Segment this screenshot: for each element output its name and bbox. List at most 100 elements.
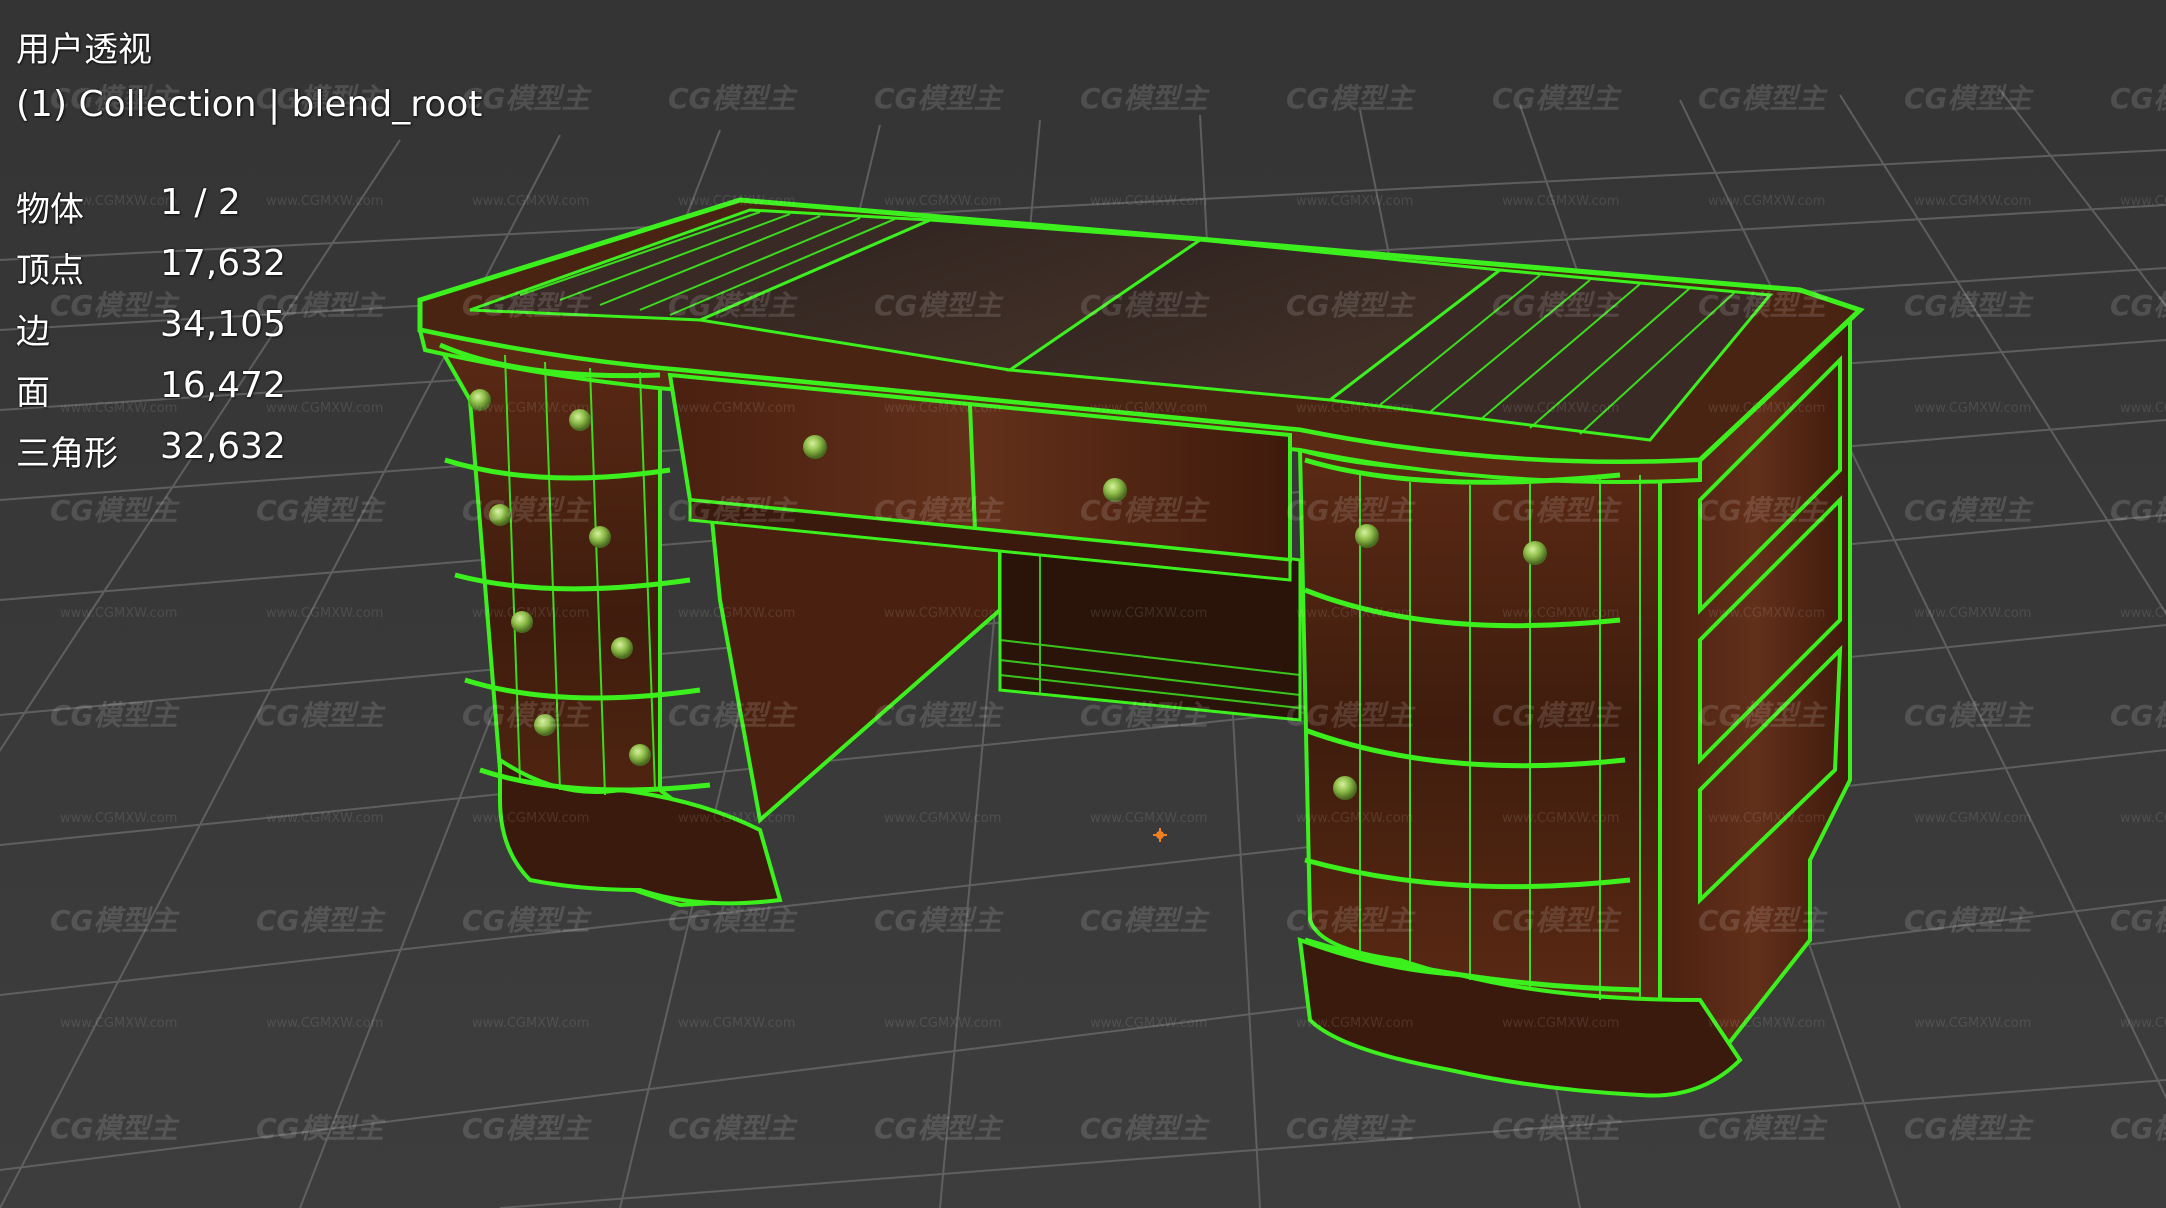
watermark-logo: CG模型主 — [1698, 1112, 1829, 1145]
watermark-url: www.CGMXW.com — [1708, 194, 1825, 209]
watermark-logo: CG模型主 — [1698, 82, 1829, 115]
stat-label-vertices: 顶点 — [16, 251, 84, 291]
watermark-url: www.CGMXW.com — [472, 1016, 589, 1031]
watermark-url: www.CGMXW.com — [1502, 811, 1619, 826]
watermark-logo: CG模型主 — [874, 82, 1005, 115]
watermark-logo: CG模型主 — [1080, 904, 1211, 937]
3d-viewport[interactable]: CG模型主 www.CGMXW.com CG模型主 www.CGMXW.com CG模型… — [0, 0, 2166, 1208]
watermark-url: www.CGMXW.com — [1090, 606, 1207, 621]
stat-label-triangles: 三角形 — [16, 434, 118, 474]
watermark-logo: CG模型主 — [1080, 494, 1211, 527]
watermark-url: www.CGMXW.com — [472, 606, 589, 621]
watermark-logo: CG模型主 — [1492, 82, 1623, 115]
watermark-url: www.CGMXW.com — [884, 811, 1001, 826]
watermark-logo: CG模型主 — [1492, 904, 1623, 937]
watermark-url: www.CGMXW.com — [678, 1016, 795, 1031]
watermark-url: www.CGMXW.com — [1708, 606, 1825, 621]
watermark-logo: CG模型主 — [256, 494, 387, 527]
watermark-logo: CG模型主 — [1698, 699, 1829, 732]
watermark-url: www.CGMXW.com — [678, 811, 795, 826]
watermark-logo: CG模型主 — [2110, 699, 2166, 732]
watermark-url: www.CGMXW.com — [1502, 1016, 1619, 1031]
watermark-logo: CG模型主 — [1492, 494, 1623, 527]
watermark-logo: CG模型主 — [1698, 904, 1829, 937]
watermark-logo: CG模型主 — [462, 494, 593, 527]
watermark-logo: CG模型主 — [50, 904, 181, 937]
watermark-logo: CG模型主 — [874, 1112, 1005, 1145]
watermark-logo: CG模型主 — [50, 1112, 181, 1145]
watermark-url: www.CGMXW.com — [884, 1016, 1001, 1031]
watermark-logo: CG模型主 — [668, 1112, 799, 1145]
watermark-url: www.CGMXW.com — [472, 811, 589, 826]
watermark-logo: CG模型主 — [1492, 699, 1623, 732]
watermark-logo: CG模型主 — [1904, 904, 2035, 937]
watermark-logo: CG模型主 — [50, 494, 181, 527]
watermark-logo: CG模型主 — [256, 699, 387, 732]
watermark-url: www.CGMXW.com — [678, 194, 795, 209]
watermark-url: www.CGMXW.com — [2120, 1016, 2166, 1031]
watermark-logo: CG模型主 — [1286, 494, 1417, 527]
watermark-logo: CG模型主 — [1080, 1112, 1211, 1145]
watermark-url: www.CGMXW.com — [1090, 194, 1207, 209]
watermark-url: www.CGMXW.com — [1708, 811, 1825, 826]
watermark-url: www.CGMXW.com — [1090, 811, 1207, 826]
watermark-logo: CG模型主 — [1904, 494, 2035, 527]
watermark-logo: CG模型主 — [2110, 289, 2166, 322]
watermark-url: www.CGMXW.com — [678, 606, 795, 621]
stat-label-faces: 面 — [16, 373, 50, 413]
watermark-logo: CG模型主 — [668, 494, 799, 527]
watermark-url: www.CGMXW.com — [266, 811, 383, 826]
watermark-logo: CG模型主 — [1904, 289, 2035, 322]
watermark-url: www.CGMXW.com — [1502, 606, 1619, 621]
stat-value-triangles: 32,632 — [160, 426, 286, 467]
watermark-logo: CG模型主 — [874, 699, 1005, 732]
watermark-logo: CG模型主 — [1698, 289, 1829, 322]
watermark-url: www.CGMXW.com — [60, 606, 177, 621]
watermark-logo: CG模型主 — [1080, 289, 1211, 322]
watermark-logo: CG模型主 — [50, 699, 181, 732]
watermark-logo: CG模型主 — [874, 494, 1005, 527]
watermark-logo: CG模型主 — [462, 1112, 593, 1145]
watermark-logo: CG模型主 — [668, 904, 799, 937]
watermark-logo: CG模型主 — [1492, 1112, 1623, 1145]
watermark-url: www.CGMXW.com — [60, 1016, 177, 1031]
watermark-url: www.CGMXW.com — [60, 811, 177, 826]
watermark-url: www.CGMXW.com — [678, 401, 795, 416]
stat-value-edges: 34,105 — [160, 304, 286, 345]
watermark-url: www.CGMXW.com — [884, 401, 1001, 416]
watermark-logo: CG模型主 — [1286, 1112, 1417, 1145]
watermark-logo: CG模型主 — [668, 82, 799, 115]
watermark-logo: CG模型主 — [1904, 699, 2035, 732]
watermark-logo: CG模型主 — [1286, 289, 1417, 322]
watermark-url: www.CGMXW.com — [1296, 401, 1413, 416]
watermark-url: www.CGMXW.com — [472, 194, 589, 209]
watermark-logo: CG模型主 — [1080, 82, 1211, 115]
watermark-url: www.CGMXW.com — [1296, 811, 1413, 826]
watermark-url: www.CGMXW.com — [1914, 194, 2031, 209]
watermark-url: www.CGMXW.com — [266, 194, 383, 209]
watermark-url: www.CGMXW.com — [884, 194, 1001, 209]
watermark-logo: CG模型主 — [1698, 494, 1829, 527]
watermark-url: www.CGMXW.com — [1296, 1016, 1413, 1031]
watermark-logo: CG模型主 — [462, 289, 593, 322]
watermark-logo: CG模型主 — [1286, 904, 1417, 937]
watermark-logo: CG模型主 — [462, 904, 593, 937]
watermark-logo: CG模型主 — [874, 904, 1005, 937]
watermark-url: www.CGMXW.com — [266, 606, 383, 621]
watermark-logo: CG模型主 — [1080, 699, 1211, 732]
watermark-url: www.CGMXW.com — [1502, 194, 1619, 209]
watermark-url: www.CGMXW.com — [1914, 811, 2031, 826]
watermark-logo: CG模型主 — [2110, 904, 2166, 937]
watermark-url: www.CGMXW.com — [884, 606, 1001, 621]
watermark-url: www.CGMXW.com — [1296, 606, 1413, 621]
watermark-logo: CG模型主 — [1904, 1112, 2035, 1145]
stat-value-faces: 16,472 — [160, 365, 286, 406]
watermark-logo: CG模型主 — [874, 289, 1005, 322]
watermark-url: www.CGMXW.com — [472, 401, 589, 416]
stat-label-edges: 边 — [16, 312, 50, 352]
watermark-url: www.CGMXW.com — [2120, 811, 2166, 826]
watermark-url: www.CGMXW.com — [1502, 401, 1619, 416]
watermark-url: www.CGMXW.com — [1914, 401, 2031, 416]
watermark-logo: CG模型主 — [2110, 494, 2166, 527]
watermark-url: www.CGMXW.com — [1914, 1016, 2031, 1031]
